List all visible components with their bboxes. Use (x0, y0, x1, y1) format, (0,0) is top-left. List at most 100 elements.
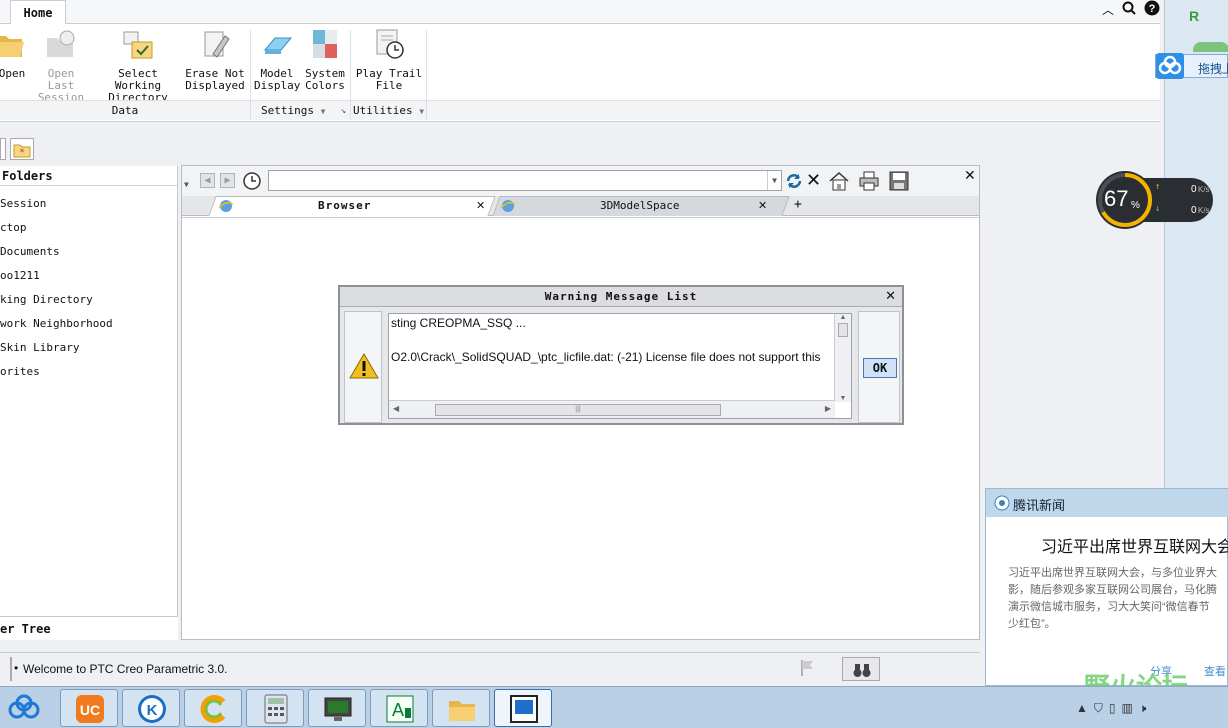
upload-arrow-icon: ↑ (1155, 182, 1161, 192)
working-directory-icon (122, 28, 154, 60)
open-button[interactable]: Open (0, 28, 32, 80)
k-app-icon: K (138, 695, 166, 723)
upload-speed: 0 (1191, 184, 1197, 195)
folder-item-network-neighborhood[interactable]: work Neighborhood (0, 312, 177, 336)
ribbon-tab-bar (0, 0, 1160, 24)
folder-item-documents[interactable]: Documents (0, 240, 177, 264)
favorites-tab[interactable]: * (10, 138, 34, 160)
tab-browser[interactable]: Browser ✕ (218, 196, 498, 216)
taskbar-file-explorer[interactable] (432, 689, 490, 727)
folder-item-user[interactable]: oo1211 (0, 264, 177, 288)
open-last-session-button[interactable]: Open Last Session (32, 28, 90, 104)
home-icon[interactable] (828, 170, 850, 195)
trail-file-icon (373, 28, 405, 60)
print-icon[interactable] (858, 170, 880, 195)
dialog-title: Warning Message List (340, 287, 902, 307)
folder-item-working-directory[interactable]: king Directory (0, 288, 177, 312)
vertical-scrollbar[interactable]: ▲ ▼ (834, 314, 851, 402)
warning-icon (349, 353, 379, 379)
news-popup[interactable]: 腾讯新闻 习近平出席世界互联网大会 习近平出席世界互联网大会，与多位业界大 影，… (985, 488, 1228, 702)
scroll-thumb[interactable] (838, 323, 848, 337)
select-working-directory-button[interactable]: Select Working Directory (94, 28, 182, 104)
forward-icon[interactable]: ▶ (220, 173, 235, 188)
network-icon[interactable]: ▥ (1122, 701, 1133, 716)
taskbar-uc-browser[interactable]: UC (60, 689, 118, 727)
erase-not-displayed-button[interactable]: Erase Not Displayed (184, 28, 246, 92)
back-icon[interactable]: ◀ (200, 173, 215, 188)
dialog-icon-area (344, 311, 382, 423)
dialog-launcher-icon[interactable]: ↘ (341, 101, 346, 121)
folder-icon (449, 701, 475, 721)
close-browser-icon[interactable]: ✕ (964, 168, 976, 184)
ok-button[interactable]: OK (863, 358, 897, 378)
close-tab-icon[interactable]: ✕ (476, 196, 485, 216)
scroll-thumb[interactable]: ||| (435, 404, 721, 416)
taskbar-monitor[interactable] (308, 689, 366, 727)
taskbar-creo[interactable] (184, 689, 242, 727)
find-button[interactable] (842, 657, 880, 681)
url-input[interactable]: ▼ (268, 170, 782, 191)
collapse-ribbon-icon[interactable]: ︿ (1102, 1, 1114, 18)
browser-menu-chevron-icon[interactable]: ▼ (184, 180, 189, 189)
refresh-icon[interactable] (784, 171, 804, 194)
news-headline[interactable]: 习近平出席世界互联网大会 (1041, 533, 1228, 557)
upload-speed-unit: K/s (1198, 185, 1210, 194)
chevron-down-icon: ▼ (419, 107, 425, 116)
play-trail-file-button[interactable]: Play Trail File (354, 28, 424, 92)
new-tab-icon[interactable]: + (794, 197, 802, 212)
folder-item-session[interactable]: Session (0, 192, 177, 216)
save-icon[interactable] (888, 170, 910, 195)
folder-tree-toggle[interactable]: er Tree (0, 616, 178, 640)
binoculars-icon (853, 664, 871, 677)
folder-item-favorites[interactable]: orites (0, 360, 177, 384)
news-body: 习近平出席世界互联网大会，与多位业界大 影，随后参观多家互联网公司展台，马化腾 … (1008, 567, 1217, 630)
dialog-button-area: OK (858, 311, 900, 423)
folder-item-skin-library[interactable]: Skin Library (0, 336, 177, 360)
usage-percent: 67 (1104, 186, 1129, 211)
news-source: 腾讯新闻 (1013, 498, 1066, 513)
taskbar: UC K A ▲ ⛉ ▯ ▥ 🕨 (0, 686, 1228, 728)
dialog-close-icon[interactable]: ✕ (885, 289, 896, 304)
cloud-app-icon[interactable] (6, 693, 42, 726)
close-tab-icon[interactable]: ✕ (758, 196, 767, 216)
tab-home[interactable]: Home (10, 0, 66, 25)
tray-expand-icon[interactable]: ▲ (1076, 701, 1088, 716)
model-display-button[interactable]: Model Display (254, 28, 300, 92)
horizontal-scrollbar[interactable]: ◀ ||| ▶ (389, 400, 835, 418)
browser-content (182, 217, 979, 639)
flag-icon[interactable] (800, 659, 816, 680)
help-icon[interactable]: ? (1144, 0, 1160, 19)
drag-upload-bar[interactable]: 拖拽上 (1155, 53, 1228, 79)
system-colors-button[interactable]: System Colors (302, 28, 348, 92)
stop-icon[interactable]: ✕ (806, 170, 821, 191)
taskbar-text-app[interactable]: A (370, 689, 428, 727)
net-speed-widget[interactable]: 67 % ↑ ↓ 0 K/s 0 K/s (1095, 170, 1213, 230)
taskbar-calculator[interactable] (246, 689, 304, 727)
group-settings[interactable]: Settings ▼ ↘ (251, 100, 350, 120)
shield-icon[interactable]: ⛉ (1094, 701, 1103, 716)
volume-icon[interactable]: 🕨 (1139, 701, 1147, 716)
scroll-left-icon: ◀ (393, 404, 400, 413)
navigator-tab[interactable] (0, 138, 6, 160)
message-list[interactable]: sting CREOPMA_SSQ ... O2.0\Crack\_SolidS… (388, 313, 852, 419)
url-dropdown-icon[interactable]: ▼ (767, 171, 781, 190)
chevron-down-icon: ▼ (320, 107, 326, 116)
tab-3dmodelspace[interactable]: 3DModelSpace ✕ (500, 196, 790, 216)
monitor-icon (324, 697, 352, 721)
taskbar-active-window[interactable] (494, 689, 552, 727)
folder-open-icon (0, 28, 28, 60)
group-utilities[interactable]: Utilities ▼ (351, 100, 426, 120)
folder-item-desktop[interactable]: ctop (0, 216, 177, 240)
svg-text:A: A (392, 700, 404, 720)
news-header: 腾讯新闻 (986, 489, 1228, 517)
history-icon[interactable] (242, 171, 262, 194)
uc-browser-icon: UC (76, 695, 104, 723)
message-line: sting CREOPMA_SSQ ... (391, 316, 526, 330)
taskbar-k-app[interactable]: K (122, 689, 180, 727)
navigator-toolbar: * (0, 130, 178, 166)
open-last-session-icon (45, 28, 77, 60)
side-item (1193, 42, 1228, 52)
battery-icon[interactable]: ▯ (1109, 701, 1116, 716)
search-icon[interactable] (1122, 1, 1136, 18)
news-view-link[interactable]: 查看 (1204, 663, 1226, 679)
